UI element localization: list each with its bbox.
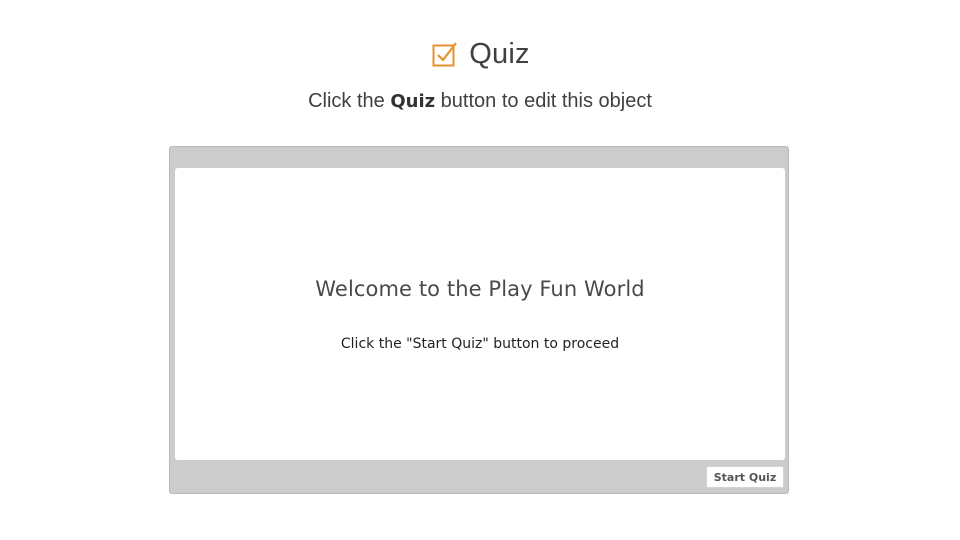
slide-title: Welcome to the Play Fun World (315, 277, 645, 301)
start-quiz-button[interactable]: Start Quiz (706, 466, 784, 488)
instruction-bold-word: Quiz (390, 91, 436, 112)
slide-instruction: Click the "Start Quiz" button to proceed (340, 336, 620, 352)
checkbox-check-icon (430, 39, 460, 69)
page: Quiz Click the Quiz button to edit this … (0, 0, 960, 540)
quiz-slide: Welcome to the Play Fun World Click the … (175, 168, 785, 460)
instruction-text: Click the Quiz button to edit this objec… (0, 90, 960, 113)
quiz-player: Welcome to the Play Fun World Click the … (169, 146, 789, 494)
instruction-prefix: Click the (308, 90, 385, 112)
instruction-suffix: button to edit this object (440, 90, 652, 112)
header-title: Quiz (469, 37, 530, 70)
header: Quiz (0, 34, 960, 74)
